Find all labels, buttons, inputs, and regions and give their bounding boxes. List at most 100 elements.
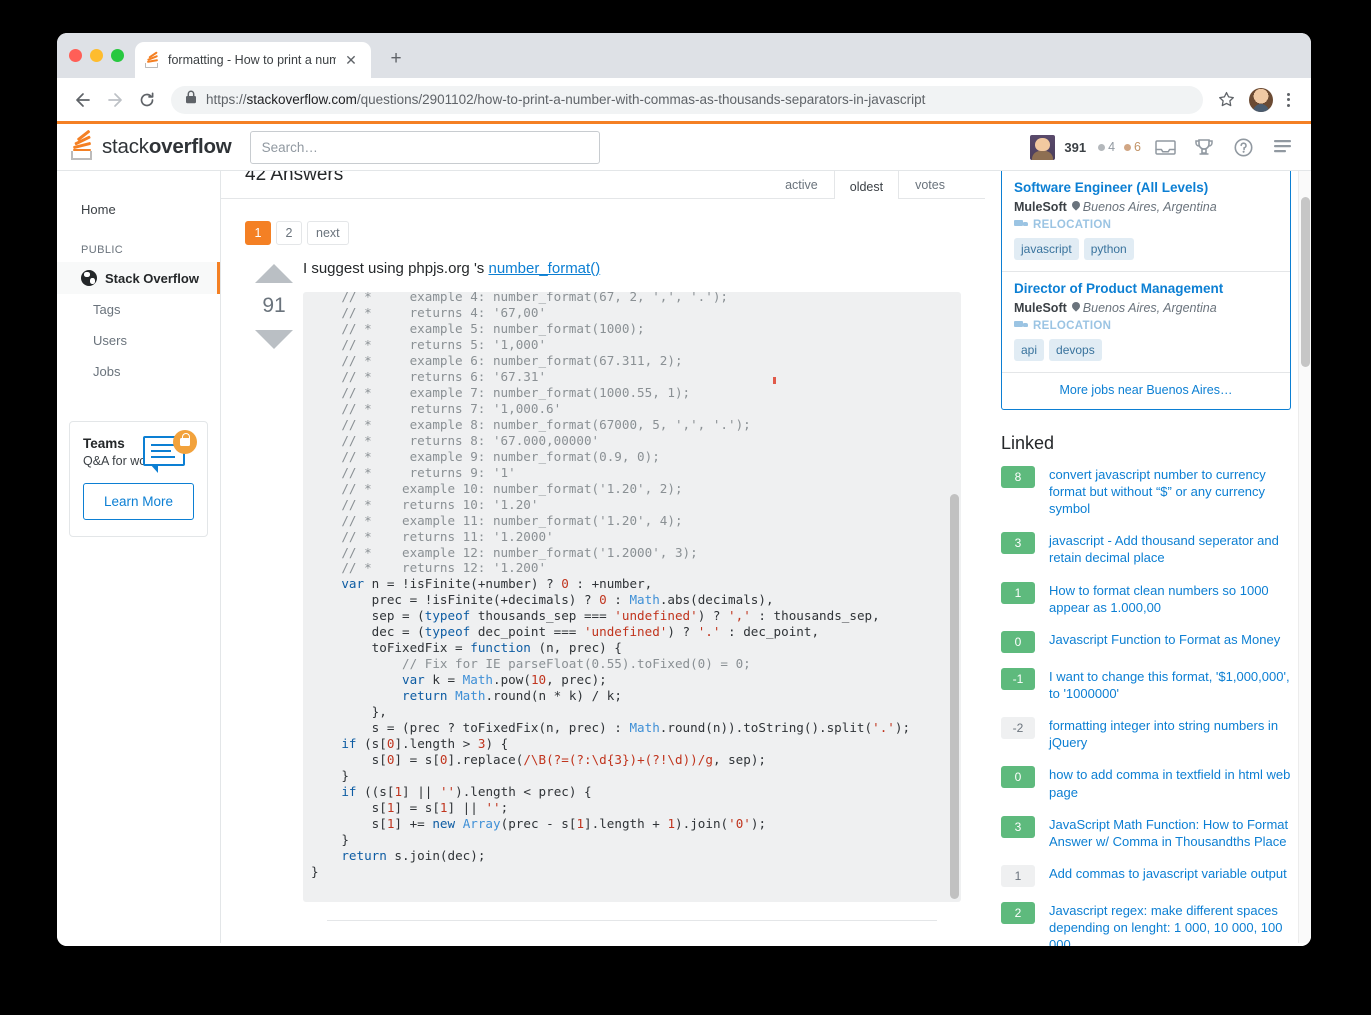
code-annotation-marker	[773, 377, 776, 385]
linked-question-score: -2	[1001, 717, 1035, 740]
sidebar-item-jobs[interactable]: Jobs	[57, 356, 220, 387]
new-tab-button[interactable]: +	[383, 46, 409, 72]
truck-icon	[1014, 321, 1028, 330]
tab-votes[interactable]: votes	[899, 171, 961, 199]
avatar[interactable]	[1030, 134, 1056, 160]
job-title[interactable]: Software Engineer (All Levels)	[1014, 180, 1278, 197]
job-tag[interactable]: python	[1083, 237, 1134, 260]
sidebar-item-users[interactable]: Users	[57, 325, 220, 356]
job-tag[interactable]: devops	[1049, 338, 1102, 361]
job-tags: api devops	[1014, 338, 1278, 361]
linked-question-title[interactable]: Javascript regex: make different spaces …	[1049, 902, 1291, 946]
linked-question-item[interactable]: -2 formatting integer into string numbers…	[1001, 717, 1291, 751]
job-location: Buenos Aires, Argentina	[1072, 200, 1217, 214]
sidebar-item-stack-overflow[interactable]: Stack Overflow	[57, 262, 220, 294]
reload-icon[interactable]	[133, 86, 161, 114]
linked-question-item[interactable]: 0 how to add comma in textfield in html w…	[1001, 766, 1291, 800]
address-bar[interactable]: https://stackoverflow.com/questions/2901…	[171, 85, 1203, 114]
job-company: MuleSoft	[1014, 300, 1067, 315]
browser-profile-avatar[interactable]	[1249, 87, 1273, 112]
close-tab-icon[interactable]: ✕	[343, 53, 359, 67]
linked-question-item[interactable]: 0 Javascript Function to Format as Money	[1001, 630, 1291, 653]
browser-window: formatting - How to print a num ✕ + http…	[57, 33, 1311, 946]
tab-active[interactable]: active	[769, 171, 834, 199]
search-input[interactable]	[261, 139, 588, 155]
code-text: // * example 4: number_format(67, 2, ','…	[311, 292, 911, 879]
vote-column: 91	[245, 259, 303, 943]
code-scrollbar-thumb[interactable]	[950, 494, 959, 900]
globe-icon	[81, 270, 97, 286]
linked-question-title[interactable]: Javascript Function to Format as Money	[1049, 631, 1280, 648]
linked-question-item[interactable]: 8 convert javascript number to currency f…	[1001, 465, 1291, 517]
linked-question-item[interactable]: 2 Javascript regex: make different spaces…	[1001, 902, 1291, 946]
linked-question-title[interactable]: JavaScript Math Function: How to Format …	[1049, 816, 1291, 850]
lock-icon	[173, 430, 197, 454]
linked-question-score: -1	[1001, 667, 1035, 690]
linked-question-score: 1	[1001, 581, 1035, 604]
linked-question-title[interactable]: How to format clean numbers so 1000 appe…	[1049, 582, 1291, 616]
job-title[interactable]: Director of Product Management	[1014, 281, 1278, 298]
linked-question-score: 0	[1001, 766, 1035, 789]
bookmark-star-icon[interactable]	[1213, 87, 1239, 113]
linked-questions-list: 8 convert javascript number to currency f…	[1001, 465, 1291, 946]
sidebar-section-public: PUBLIC	[81, 244, 124, 256]
job-listing[interactable]: Software Engineer (All Levels) MuleSoft …	[1002, 171, 1290, 271]
job-company: MuleSoft	[1014, 199, 1067, 214]
post-divider	[327, 920, 937, 922]
page-button-next[interactable]: next	[307, 221, 349, 245]
job-tag[interactable]: javascript	[1014, 237, 1079, 260]
silver-badge-count: 4	[1098, 140, 1115, 154]
linked-question-item[interactable]: 1 How to format clean numbers so 1000 app…	[1001, 581, 1291, 616]
browser-menu-icon[interactable]	[1277, 92, 1299, 107]
linked-question-item[interactable]: 3 JavaScript Math Function: How to Format…	[1001, 815, 1291, 850]
sidebar-item-home[interactable]: Home	[57, 193, 220, 226]
answer-sort-tabs: active oldest votes	[769, 171, 961, 199]
linked-question-score: 1	[1001, 865, 1035, 888]
linked-question-item[interactable]: -1 I want to change this format, '$1,000,…	[1001, 667, 1291, 702]
linked-question-title[interactable]: javascript - Add thousand seperator and …	[1049, 532, 1291, 566]
linked-question-title[interactable]: how to add comma in textfield in html we…	[1049, 766, 1291, 800]
padlock-icon	[185, 90, 197, 109]
linked-question-item[interactable]: 1 Add commas to javascript variable outpu…	[1001, 865, 1291, 888]
upvote-arrow-icon[interactable]	[255, 264, 293, 283]
page-viewport: stackoverflow 391 4 6	[57, 121, 1311, 946]
right-sidebar: Software Engineer (All Levels) MuleSoft …	[985, 171, 1311, 946]
stackoverflow-logo[interactable]: stackoverflow	[69, 129, 232, 161]
learn-more-button[interactable]: Learn More	[83, 483, 194, 520]
job-tag[interactable]: api	[1014, 338, 1045, 361]
downvote-arrow-icon[interactable]	[255, 330, 293, 349]
sidebar-item-label: Stack Overflow	[105, 270, 199, 286]
linked-question-title[interactable]: Add commas to javascript variable output	[1049, 865, 1287, 882]
inbox-icon[interactable]	[1150, 132, 1180, 162]
job-listing[interactable]: Director of Product Management MuleSoft …	[1002, 270, 1290, 372]
linked-question-item[interactable]: 3 javascript - Add thousand seperator and…	[1001, 532, 1291, 566]
reputation-count: 391	[1064, 139, 1087, 155]
number-format-link[interactable]: number_format()	[488, 260, 600, 277]
site-search-box[interactable]	[249, 130, 600, 164]
linked-question-title[interactable]: convert javascript number to currency fo…	[1049, 466, 1291, 517]
desktop-backdrop: formatting - How to print a num ✕ + http…	[0, 0, 1371, 1015]
page-scrollbar[interactable]	[1298, 171, 1311, 943]
browser-tab-title: formatting - How to print a num	[168, 53, 336, 67]
hamburger-icon[interactable]	[1267, 132, 1297, 162]
close-window-button[interactable]	[69, 49, 82, 62]
browser-tab[interactable]: formatting - How to print a num ✕	[135, 42, 371, 78]
forward-icon[interactable]	[101, 86, 129, 114]
maximize-window-button[interactable]	[111, 49, 124, 62]
trophy-icon[interactable]	[1189, 132, 1219, 162]
linked-question-title[interactable]: I want to change this format, '$1,000,00…	[1049, 668, 1291, 702]
back-icon[interactable]	[69, 86, 97, 114]
page-button-1[interactable]: 1	[245, 221, 271, 245]
linked-question-title[interactable]: formatting integer into string numbers i…	[1049, 717, 1291, 751]
page-scrollbar-thumb[interactable]	[1301, 197, 1310, 367]
job-location: Buenos Aires, Argentina	[1072, 301, 1217, 315]
teams-icon	[143, 430, 197, 476]
tab-oldest[interactable]: oldest	[833, 171, 900, 199]
help-icon[interactable]	[1228, 132, 1258, 162]
sidebar-item-tags[interactable]: Tags	[57, 294, 220, 325]
code-scrollbar[interactable]	[950, 294, 959, 900]
page-button-2[interactable]: 2	[276, 221, 302, 245]
more-jobs-link[interactable]: More jobs near Buenos Aires…	[1002, 371, 1290, 409]
minimize-window-button[interactable]	[90, 49, 103, 62]
linked-section-title: Linked	[1001, 432, 1055, 453]
